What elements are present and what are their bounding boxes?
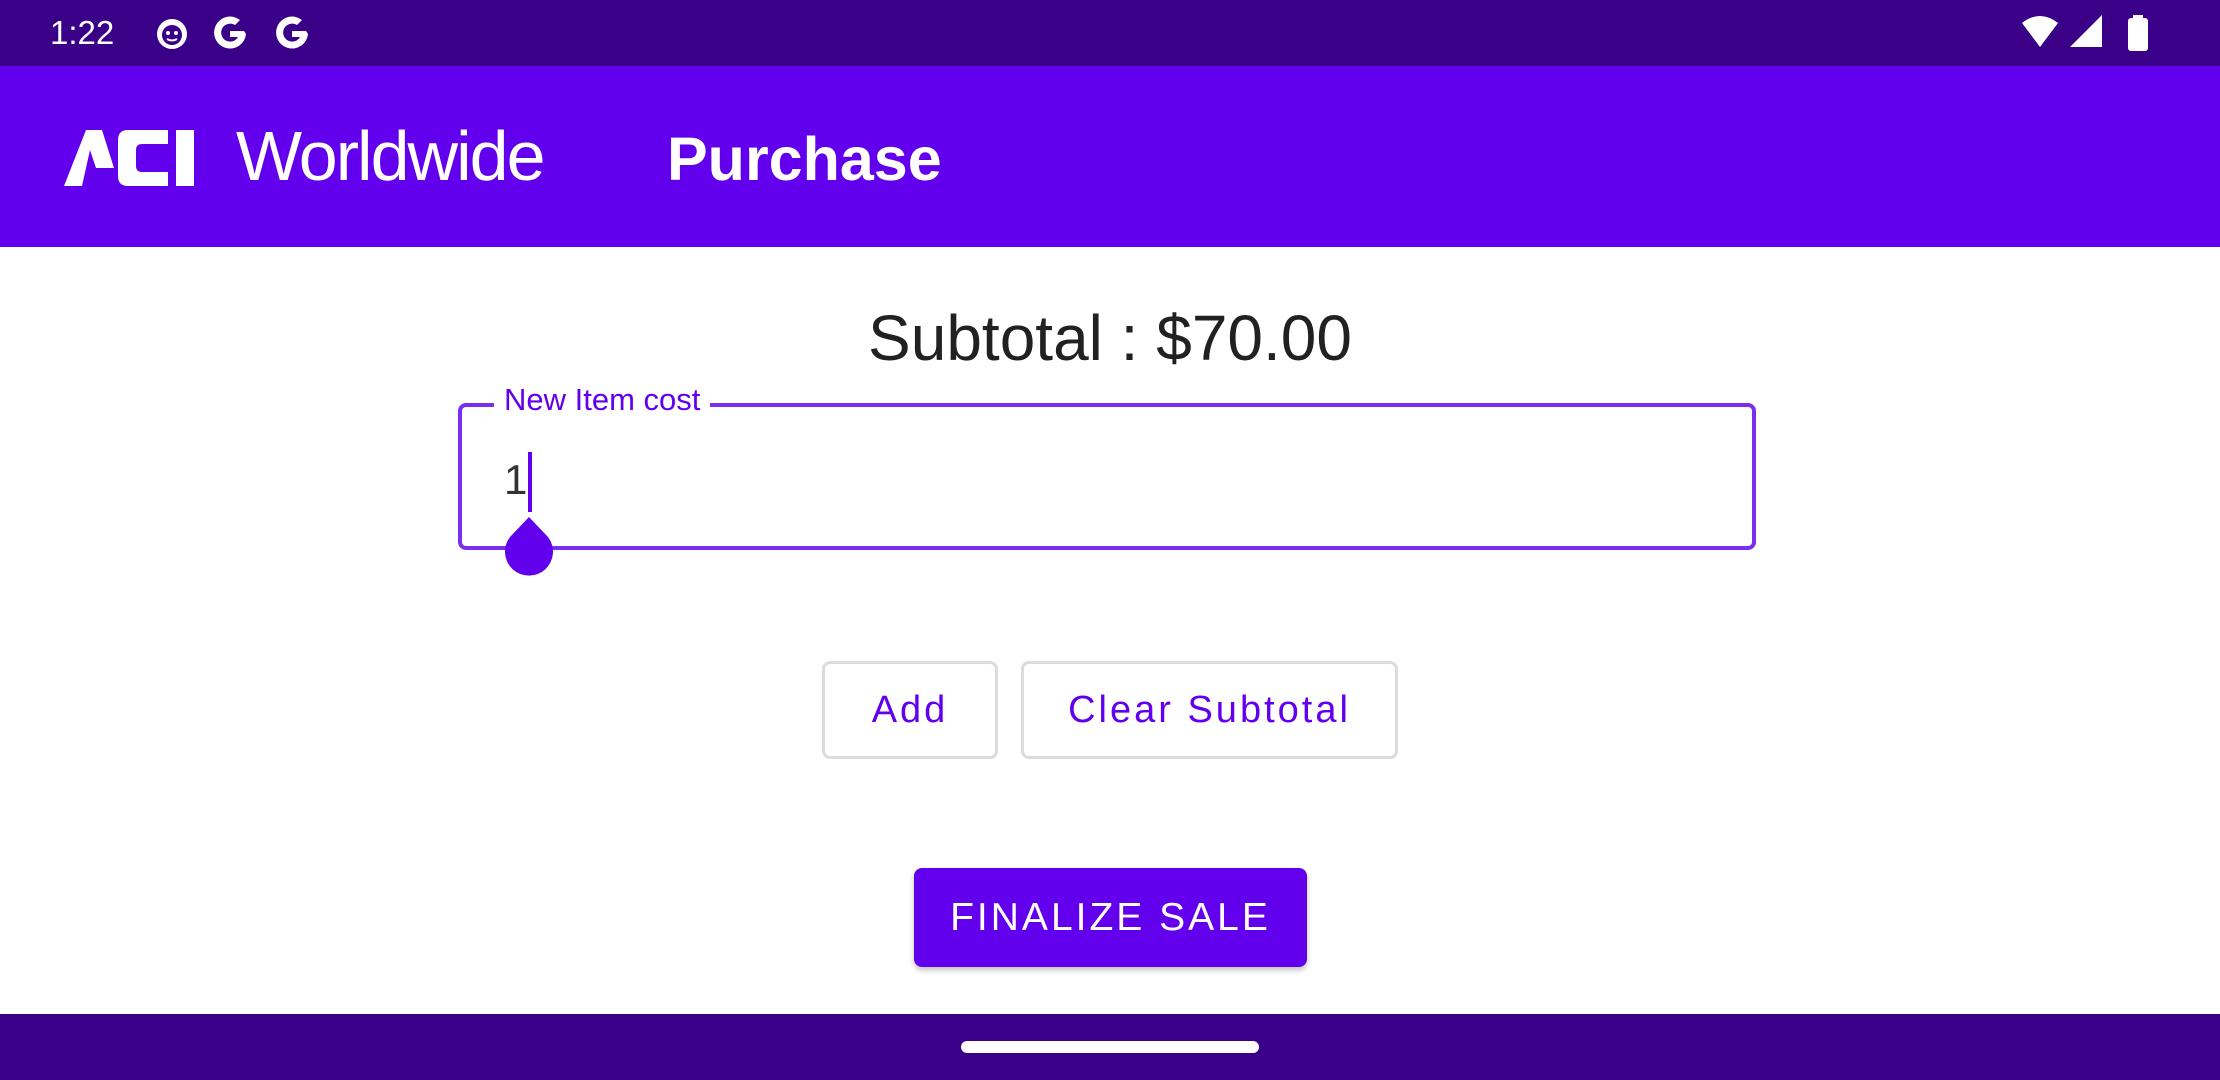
clear-subtotal-button[interactable]: Clear Subtotal [1021, 661, 1398, 759]
status-bar: 1:22 [0, 0, 2220, 66]
cat-notification-icon [157, 19, 187, 49]
google-icon [276, 16, 308, 49]
cell-signal-icon [2070, 15, 2102, 47]
add-button[interactable]: Add [822, 661, 998, 759]
page-title: Purchase [667, 125, 942, 193]
battery-icon [2128, 15, 2148, 51]
item-cost-field[interactable]: New Item cost 1 [458, 380, 1756, 576]
finalize-sale-button[interactable]: FINALIZE SALE [914, 868, 1307, 967]
item-cost-label: New Item cost [494, 380, 711, 420]
wifi-icon [2022, 16, 2058, 47]
navigation-bar [0, 1014, 2220, 1080]
text-cursor [528, 452, 532, 512]
home-gesture-handle[interactable] [961, 1041, 1259, 1053]
aci-logo-icon [64, 130, 194, 186]
logo-wordmark: Worldwide [236, 117, 545, 195]
google-icon [214, 16, 246, 49]
status-time: 1:22 [50, 14, 115, 51]
subtotal-text: Subtotal : $70.00 [868, 302, 1352, 374]
cursor-handle-icon[interactable] [500, 513, 558, 587]
item-cost-input[interactable]: 1 [504, 455, 527, 505]
app-bar: Worldwide Purchase [0, 66, 2220, 247]
